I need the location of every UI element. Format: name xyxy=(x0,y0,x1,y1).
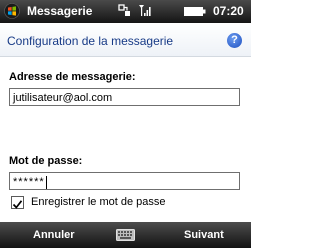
status-bar: Messagerie 07:20 xyxy=(0,0,251,23)
keyboard-icon[interactable] xyxy=(116,229,135,241)
page-header: Configuration de la messagerie ? xyxy=(0,23,251,57)
cancel-button[interactable]: Annuler xyxy=(33,229,75,241)
help-icon[interactable]: ? xyxy=(227,33,242,48)
windows-start-icon[interactable] xyxy=(4,3,20,19)
next-button[interactable]: Suivant xyxy=(184,229,224,241)
password-field[interactable]: ****** xyxy=(9,172,240,190)
save-password-label[interactable]: Enregistrer le mot de passe xyxy=(31,196,166,208)
signal-icon[interactable] xyxy=(138,4,152,18)
app-title: Messagerie xyxy=(27,4,93,18)
email-label: Adresse de messagerie: xyxy=(9,71,136,83)
password-value: ****** xyxy=(13,176,45,188)
page-title: Configuration de la messagerie xyxy=(7,34,174,48)
password-label: Mot de passe: xyxy=(9,155,83,167)
softkey-bar: Annuler Suivant xyxy=(0,222,251,248)
save-password-checkbox[interactable] xyxy=(11,196,24,209)
email-value: jutilisateur@aol.com xyxy=(13,92,113,104)
text-caret xyxy=(45,175,47,189)
email-field[interactable]: jutilisateur@aol.com xyxy=(9,88,240,106)
battery-icon[interactable] xyxy=(184,7,206,16)
checkmark-icon xyxy=(12,200,23,209)
screen: Messagerie 07:20 Configuration de la mes… xyxy=(0,0,251,248)
clock[interactable]: 07:20 xyxy=(213,4,244,18)
connectivity-icon[interactable] xyxy=(118,4,132,18)
